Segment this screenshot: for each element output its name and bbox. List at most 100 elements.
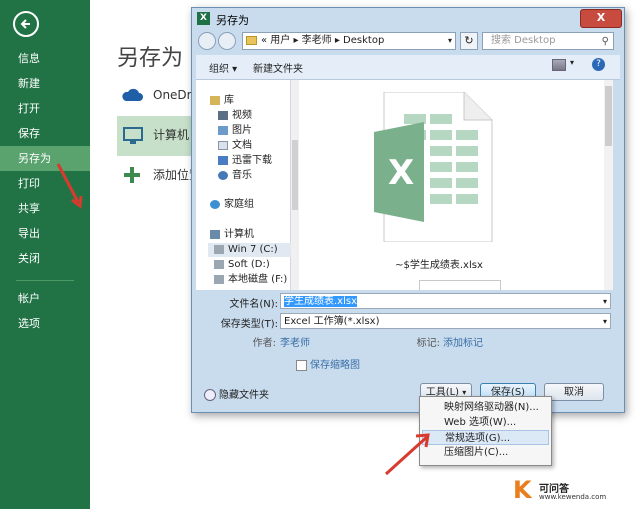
- address-row: « 用户 ▸ 李老师 ▸ Desktop ▾ ↻ 搜索 Desktop ⚲: [196, 31, 620, 53]
- nav-label: 迅雷下载: [232, 155, 272, 166]
- sidebar-item-new[interactable]: 新建: [0, 71, 90, 96]
- nav-label: 文档: [232, 140, 252, 151]
- filetype-select[interactable]: Excel 工作簿(*.xlsx) ▾: [280, 313, 611, 329]
- view-dropdown-icon[interactable]: ▾: [570, 58, 574, 67]
- nav-downloads[interactable]: 迅雷下载: [218, 154, 272, 168]
- refresh-icon[interactable]: ↻: [460, 32, 478, 50]
- hide-folders-label: 隐藏文件夹: [219, 390, 269, 401]
- nav-scrollbar[interactable]: [291, 80, 299, 290]
- filename-input[interactable]: 学生成绩表.xlsx ▾: [280, 293, 611, 309]
- tools-menu: 映射网络驱动器(N)... Web 选项(W)... 常规选项(G)... 压缩…: [419, 396, 552, 466]
- nav-music[interactable]: 音乐: [218, 169, 252, 183]
- hide-folders-toggle[interactable]: 隐藏文件夹: [204, 386, 269, 401]
- sidebar-item-account[interactable]: 帐户: [0, 286, 90, 311]
- address-dropdown-icon[interactable]: ▾: [448, 33, 452, 49]
- cancel-button[interactable]: 取消: [544, 383, 604, 401]
- save-as-dialog: X 另存为 X « 用户 ▸ 李老师 ▸ Desktop ▾ ↻ 搜索 Desk…: [191, 7, 625, 413]
- document-icon: [218, 140, 228, 150]
- video-icon: [218, 110, 228, 120]
- nav-library[interactable]: 库: [210, 94, 234, 108]
- nav-drive-d[interactable]: Soft (D:): [214, 258, 270, 272]
- sidebar-item-info[interactable]: 信息: [0, 46, 90, 71]
- annotation-arrow-icon: [56, 163, 83, 209]
- folder-icon: [246, 36, 257, 45]
- library-icon: [210, 95, 220, 105]
- save-thumbnail-checkbox[interactable]: 保存缩略图: [296, 356, 360, 371]
- back-nav-icon[interactable]: [198, 32, 216, 50]
- help-icon[interactable]: ?: [592, 58, 605, 71]
- file-item[interactable]: X: [339, 88, 539, 278]
- nav-label: 音乐: [232, 170, 252, 181]
- nav-label: Soft (D:): [228, 259, 270, 270]
- dialog-toolbar: 组织 ▾ 新建文件夹 ▾ ?: [196, 55, 620, 80]
- back-arrow-icon[interactable]: [13, 11, 39, 37]
- scroll-thumb[interactable]: [292, 140, 298, 210]
- menu-item-map-network-drive[interactable]: 映射网络驱动器(N)...: [422, 400, 549, 415]
- location-computer[interactable]: 计算机: [117, 116, 197, 156]
- filetype-value: Excel 工作簿(*.xlsx): [284, 316, 380, 327]
- file-scrollbar[interactable]: [604, 80, 613, 290]
- nav-videos[interactable]: 视频: [218, 109, 252, 123]
- download-icon: [218, 155, 228, 165]
- checkbox-icon[interactable]: [296, 359, 307, 371]
- chevron-down-icon[interactable]: ▾: [603, 294, 607, 309]
- location-label: 计算机: [153, 128, 190, 142]
- nav-drive-f[interactable]: 本地磁盘 (F:): [214, 273, 287, 287]
- music-icon: [218, 170, 228, 180]
- address-bar[interactable]: « 用户 ▸ 李老师 ▸ Desktop ▾: [242, 32, 456, 50]
- chevron-down-icon[interactable]: ▾: [603, 314, 607, 329]
- file-list: X ~$学生成绩表.xlsx: [299, 80, 613, 291]
- nav-homegroup[interactable]: 家庭组: [210, 198, 254, 212]
- sidebar-item-export[interactable]: 导出: [0, 221, 90, 246]
- nav-label: 家庭组: [224, 199, 254, 210]
- annotation-arrow-icon: [384, 433, 430, 476]
- filename-label: 文件名(N):: [229, 299, 278, 310]
- sidebar-item-options[interactable]: 选项: [0, 311, 90, 336]
- scroll-thumb[interactable]: [605, 86, 612, 146]
- cloud-icon: [121, 88, 143, 105]
- close-button[interactable]: X: [580, 9, 622, 28]
- dialog-titlebar[interactable]: X 另存为 X: [192, 8, 624, 30]
- new-folder-button[interactable]: 新建文件夹: [253, 60, 303, 75]
- computer-icon: [210, 229, 220, 239]
- nav-pictures[interactable]: 图片: [218, 124, 252, 138]
- sidebar-item-save[interactable]: 保存: [0, 121, 90, 146]
- watermark-logo: K 可问答 www.kewenda.com: [513, 476, 613, 504]
- sidebar-item-close[interactable]: 关闭: [0, 246, 90, 271]
- nav-computer[interactable]: 计算机: [210, 228, 254, 242]
- search-input[interactable]: 搜索 Desktop ⚲: [482, 32, 614, 50]
- menu-item-compress-pictures[interactable]: 压缩图片(C)...: [422, 445, 549, 460]
- excel-app-icon: X: [197, 12, 210, 25]
- nav-drive-c[interactable]: Win 7 (C:): [208, 243, 294, 257]
- view-options-icon[interactable]: [552, 59, 566, 71]
- homegroup-icon: [210, 199, 220, 209]
- drive-icon: [214, 274, 224, 284]
- file-item-partial[interactable]: [419, 280, 501, 291]
- nav-label: Win 7 (C:): [228, 244, 278, 255]
- menu-item-web-options[interactable]: Web 选项(W)...: [422, 415, 549, 430]
- watermark-url: www.kewenda.com: [539, 493, 607, 501]
- sidebar-item-open[interactable]: 打开: [0, 96, 90, 121]
- nav-documents[interactable]: 文档: [218, 139, 252, 153]
- picture-icon: [218, 125, 228, 135]
- location-onedrive[interactable]: OneDrive: [117, 78, 209, 118]
- tags-value[interactable]: 添加标记: [443, 334, 483, 349]
- menu-item-general-options[interactable]: 常规选项(G)...: [422, 430, 549, 445]
- computer-icon: [123, 127, 143, 148]
- forward-nav-icon[interactable]: [218, 32, 236, 50]
- navigation-pane: 库 视频 图片 文档 迅雷下载 音乐 家庭组 计算机 Win 7 (C:) So…: [196, 80, 294, 290]
- location-add-place[interactable]: 添加位置: [117, 156, 201, 196]
- excel-file-icon: X: [374, 92, 493, 242]
- search-icon: ⚲: [601, 36, 609, 47]
- nav-label: 视频: [232, 110, 252, 121]
- organize-button[interactable]: 组织 ▾: [209, 60, 237, 75]
- backstage-sidebar: 信息 新建 打开 保存 另存为 打印 共享 导出 关闭 帐户 选项: [0, 0, 90, 509]
- page-title: 另存为: [117, 46, 184, 71]
- author-value[interactable]: 李老师: [280, 334, 310, 349]
- file-name: ~$学生成绩表.xlsx: [395, 260, 483, 271]
- svg-text:X: X: [388, 153, 414, 193]
- plus-icon: [123, 166, 141, 187]
- search-placeholder: 搜索 Desktop: [491, 35, 556, 46]
- watermark-letter: K: [513, 476, 532, 504]
- drive-icon: [214, 244, 224, 254]
